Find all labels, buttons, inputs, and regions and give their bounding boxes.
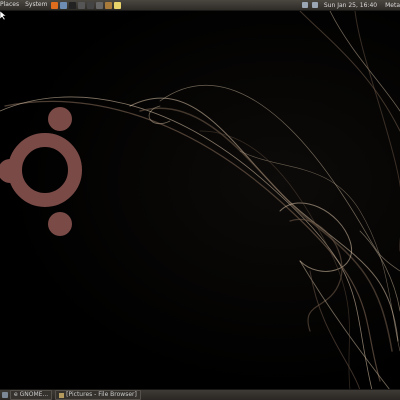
app-icon[interactable]	[87, 1, 95, 9]
terminal-icon[interactable]	[69, 1, 77, 9]
desktop[interactable]	[0, 11, 400, 390]
system-menu[interactable]: System	[22, 0, 50, 10]
app-icon[interactable]	[78, 1, 86, 9]
mouse-pointer-icon	[0, 11, 6, 20]
places-menu[interactable]: Places	[0, 0, 22, 10]
taskbar-item-label: [Pictures - File Browser]	[66, 391, 137, 398]
taskbar-item-file-browser[interactable]: [Pictures - File Browser]	[55, 390, 141, 400]
notes-icon[interactable]	[114, 1, 122, 9]
bottom-panel: e GNOME... [Pictures - File Browser]	[0, 389, 400, 400]
folder-icon	[59, 392, 65, 398]
network-icon[interactable]	[301, 2, 308, 8]
taskbar-item-gnome[interactable]: e GNOME...	[10, 390, 53, 400]
clock[interactable]: Sun Jan 25, 16:40	[320, 2, 381, 9]
ubuntu-logo	[0, 107, 82, 236]
folder-icon[interactable]	[105, 1, 113, 9]
volume-icon[interactable]	[311, 2, 318, 8]
wallpaper	[0, 11, 400, 390]
top-panel: Places System Sun Jan 25, 16:40 Meta	[0, 0, 400, 11]
show-desktop-icon[interactable]	[2, 392, 8, 398]
mail-icon[interactable]	[60, 1, 68, 9]
launchers	[50, 1, 122, 9]
taskbar-item-label: e GNOME...	[14, 391, 49, 398]
system-tray: Sun Jan 25, 16:40 Meta	[300, 2, 400, 9]
app-icon[interactable]	[96, 1, 104, 9]
firefox-icon[interactable]	[51, 1, 59, 9]
user-menu[interactable]: Meta	[381, 2, 400, 9]
